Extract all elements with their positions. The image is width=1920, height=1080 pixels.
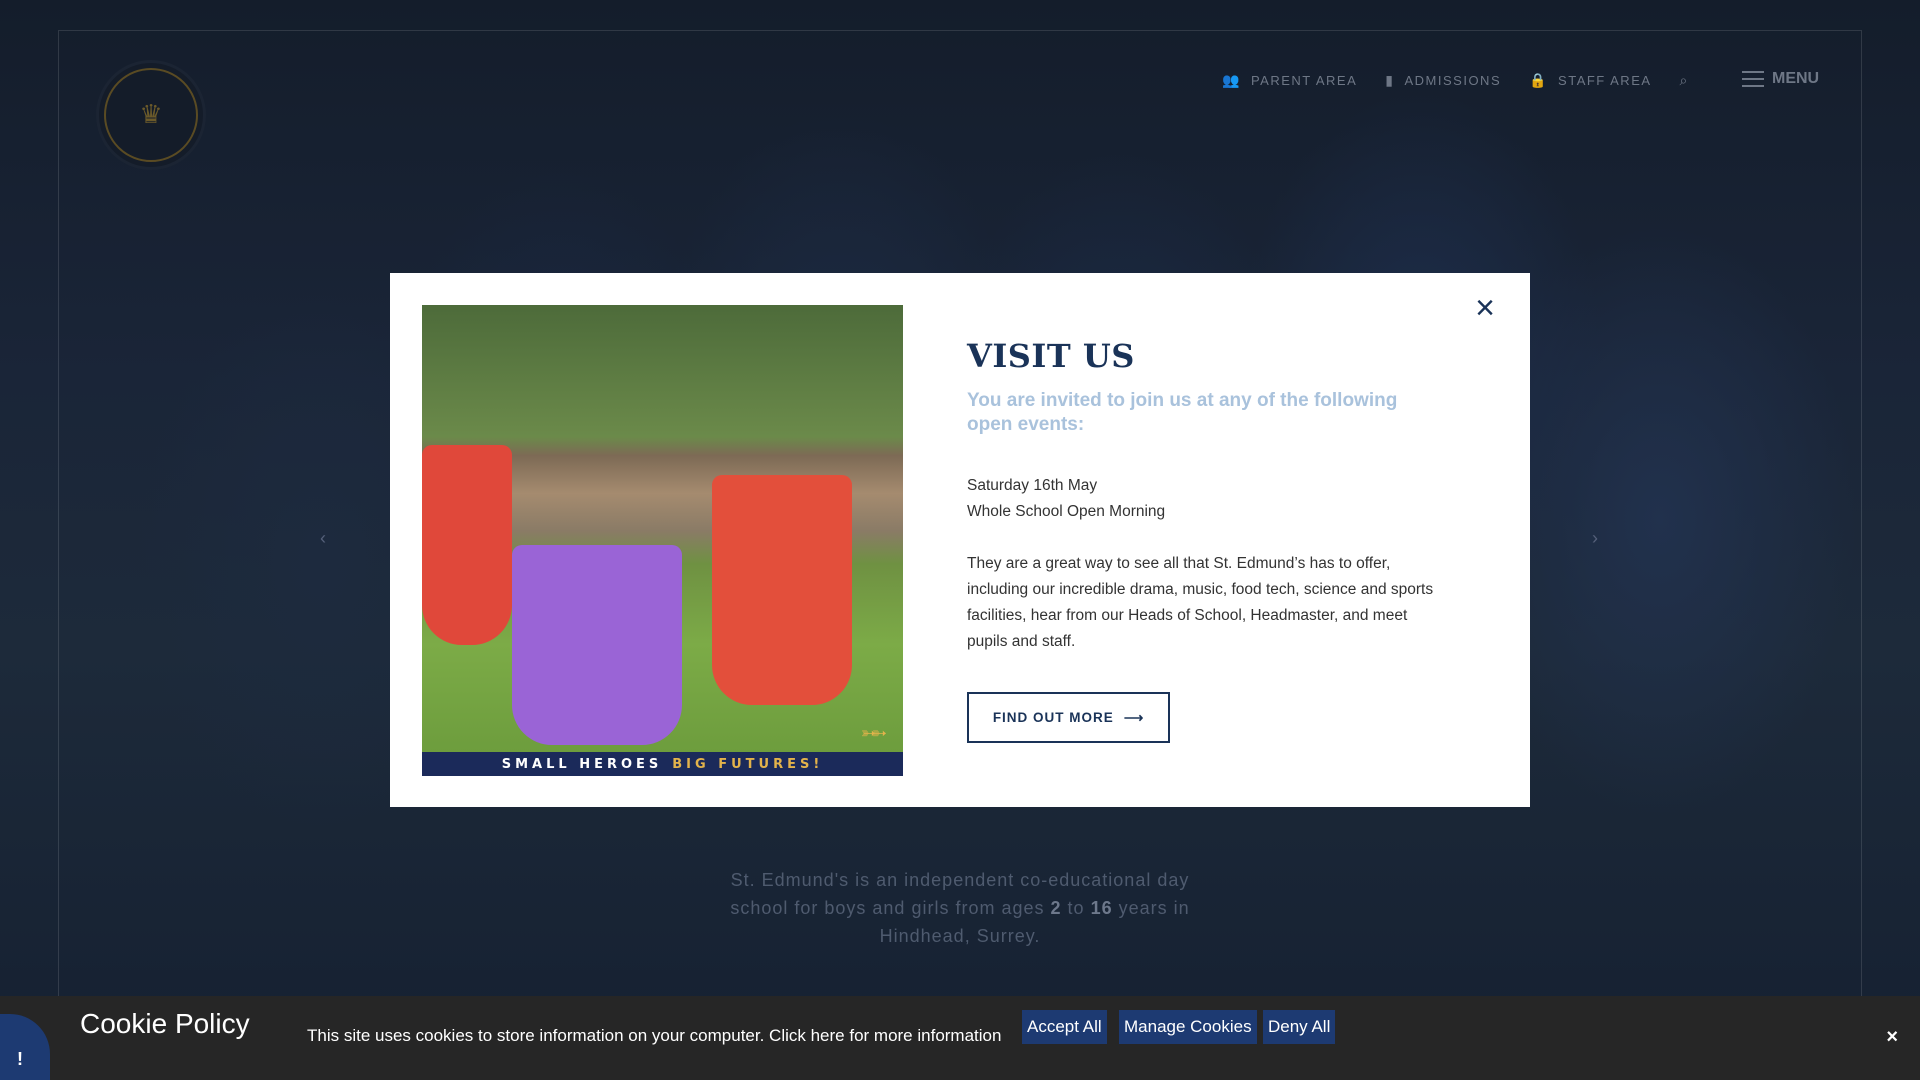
search-icon: ⌕ — [1679, 72, 1689, 88]
crest-icon: ♛ — [104, 68, 198, 162]
nav-parent-area[interactable]: 👥 PARENT AREA — [1222, 72, 1357, 89]
nav-staff-area[interactable]: 🔒 STAFF AREA — [1529, 72, 1651, 89]
image-banner-right: BIG FUTURES! — [672, 756, 824, 772]
cookie-bar: ! Cookie Policy This site uses cookies t… — [0, 996, 1920, 1080]
cookie-title: Cookie Policy — [80, 1008, 250, 1039]
image-banner-left: SMALL HEROES — [501, 756, 663, 772]
carousel-next-icon[interactable]: › — [1592, 528, 1598, 549]
arrows-graphic: ➳➳ — [860, 723, 887, 743]
nav-admissions-label: ADMISSIONS — [1404, 73, 1502, 88]
image-banner: SMALL HEROES BIG FUTURES! — [422, 752, 903, 776]
modal-title: VISIT US — [967, 337, 1135, 375]
cookie-close-icon[interactable]: × — [1886, 1026, 1898, 1049]
age-to: 16 — [1090, 898, 1113, 918]
cookie-info-link[interactable]: This site uses cookies to store informat… — [307, 1026, 1001, 1046]
deny-all-button[interactable]: Deny All — [1263, 1010, 1336, 1044]
age-from: 2 — [1050, 898, 1062, 918]
modal-photo: ➳➳ SMALL HEROES BIG FUTURES! — [422, 305, 903, 776]
close-icon[interactable]: × — [1470, 291, 1500, 325]
lock-icon: 🔒 — [1529, 72, 1549, 88]
clipboard-icon: ▮ — [1385, 72, 1395, 88]
find-out-more-button[interactable]: FIND OUT MORE ⟶ — [967, 692, 1170, 743]
search-button[interactable]: ⌕ — [1680, 72, 1689, 89]
modal-description: They are a great way to see all that St.… — [967, 555, 1434, 650]
event-date: Saturday 16th May — [967, 477, 1098, 494]
hamburger-icon — [1742, 71, 1764, 87]
accept-all-button[interactable]: Accept All — [1022, 1010, 1107, 1044]
event-name: Whole School Open Morning — [967, 503, 1166, 520]
modal-content: VISIT US You are invited to join us at a… — [967, 337, 1447, 655]
intro-text-mid: to — [1067, 898, 1085, 918]
modal-body: Saturday 16th May Whole School Open Morn… — [967, 473, 1447, 655]
carousel-prev-icon[interactable]: ‹ — [320, 528, 326, 549]
nav-admissions[interactable]: ▮ ADMISSIONS — [1385, 72, 1501, 89]
hero-intro-text: St. Edmund's is an independent co-educat… — [700, 866, 1220, 950]
visit-us-modal: ➳➳ SMALL HEROES BIG FUTURES! × VISIT US … — [390, 273, 1530, 807]
school-logo[interactable]: ♛ — [96, 60, 206, 170]
manage-cookies-button[interactable]: Manage Cookies — [1119, 1010, 1257, 1044]
find-out-more-label: FIND OUT MORE — [992, 710, 1114, 725]
top-navigation: 👥 PARENT AREA ▮ ADMISSIONS 🔒 STAFF AREA … — [1222, 72, 1689, 89]
nav-parent-area-label: PARENT AREA — [1250, 73, 1358, 88]
users-icon: 👥 — [1222, 72, 1241, 88]
menu-button[interactable]: MENU — [1742, 70, 1819, 88]
arrow-right-icon: ⟶ — [1123, 709, 1145, 725]
nav-staff-area-label: STAFF AREA — [1558, 73, 1652, 88]
menu-label: MENU — [1772, 70, 1820, 87]
modal-subtitle: You are invited to join us at any of the… — [967, 390, 1398, 435]
cookie-alert-icon[interactable]: ! — [0, 1014, 50, 1080]
